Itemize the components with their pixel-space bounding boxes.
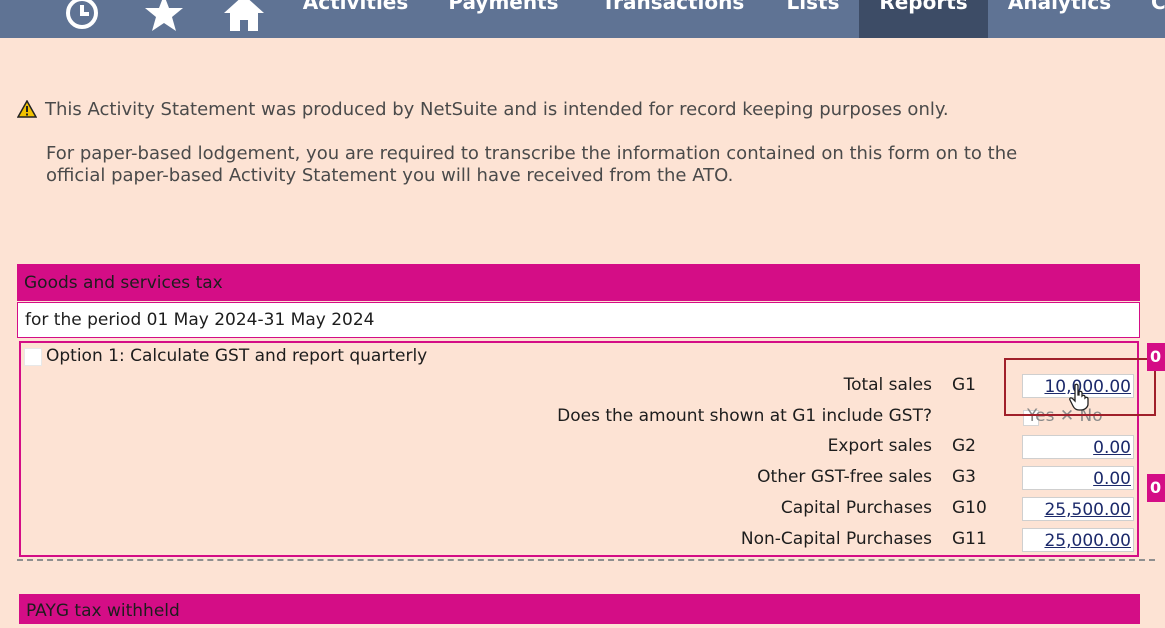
total-sales-code: G1 <box>952 375 976 395</box>
capital-purchases-label: Capital Purchases <box>780 498 932 518</box>
gst-free-sales-label: Other GST-free sales <box>757 467 932 487</box>
nav-payments[interactable]: Payments <box>428 0 579 38</box>
gst-free-sales-code: G3 <box>952 467 976 487</box>
warning-icon <box>16 99 38 122</box>
side-tab-2[interactable]: 0 <box>1147 474 1165 502</box>
nav-lists[interactable]: Lists <box>767 0 859 38</box>
hand-cursor-icon <box>1068 383 1092 415</box>
nav-analytics[interactable]: Analytics <box>988 0 1131 38</box>
home-icon[interactable] <box>221 0 267 34</box>
nav-activities[interactable]: Activities <box>283 0 428 38</box>
export-sales-label: Export sales <box>827 436 932 456</box>
capital-purchases-code: G10 <box>952 498 987 518</box>
side-tab-1[interactable]: 0 <box>1147 343 1165 371</box>
notice-paper-text: For paper-based lodgement, you are requi… <box>46 143 1018 164</box>
g1-include-gst-label: Does the amount shown at G1 include GST? <box>557 406 932 426</box>
non-capital-purchases-amount[interactable]: 25,000.00 <box>1022 528 1134 552</box>
history-icon[interactable] <box>60 0 104 34</box>
notice-text: This Activity Statement was produced by … <box>45 99 949 120</box>
notice-paper-text-2: official paper-based Activity Statement … <box>46 165 734 186</box>
nav-transactions[interactable]: Transactions <box>579 0 767 38</box>
section-divider <box>17 559 1155 561</box>
capital-purchases-amount[interactable]: 25,500.00 <box>1022 497 1134 521</box>
payg-section-header: PAYG tax withheld <box>19 594 1140 624</box>
top-navigation: Activities Payments Transactions Lists R… <box>0 0 1165 38</box>
non-capital-purchases-label: Non-Capital Purchases <box>740 529 932 549</box>
nav-more[interactable]: C <box>1131 0 1165 38</box>
nav-reports[interactable]: Reports <box>859 0 988 38</box>
non-capital-purchases-code: G11 <box>952 529 987 549</box>
gst-section-header: Goods and services tax <box>17 264 1140 301</box>
gst-free-sales-amount[interactable]: 0.00 <box>1022 466 1134 490</box>
option-1-checkbox[interactable] <box>24 348 42 366</box>
total-sales-label: Total sales <box>843 375 932 395</box>
gst-period: for the period 01 May 2024-31 May 2024 <box>17 302 1140 338</box>
option-1-label: Option 1: Calculate GST and report quart… <box>46 346 428 366</box>
star-icon[interactable] <box>142 0 186 34</box>
export-sales-amount[interactable]: 0.00 <box>1022 435 1134 459</box>
export-sales-code: G2 <box>952 436 976 456</box>
